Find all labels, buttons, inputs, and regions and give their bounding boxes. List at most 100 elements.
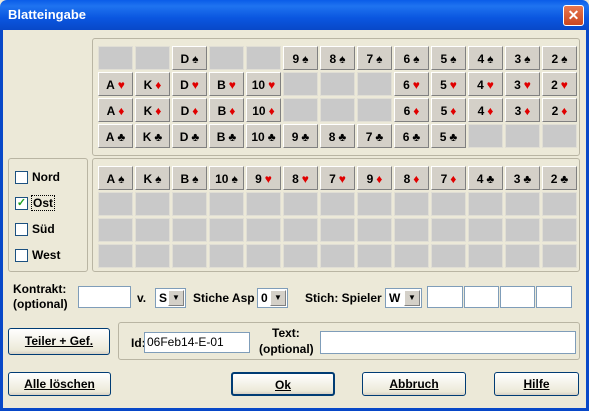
card-button[interactable]: 7 ♠ bbox=[357, 46, 392, 70]
card-rank: 9 bbox=[291, 130, 299, 144]
card-rank: 5 bbox=[440, 78, 447, 92]
empty-card-slot bbox=[468, 218, 503, 242]
card-button[interactable]: 10 ♠ bbox=[209, 166, 244, 190]
contract-player-select[interactable]: S ▼ bbox=[155, 288, 186, 308]
card-button[interactable]: B ♦ bbox=[209, 98, 244, 122]
trick-card-field-4[interactable] bbox=[536, 286, 572, 308]
card-button[interactable]: 5 ♣ bbox=[431, 124, 466, 148]
card-button[interactable]: 4 ♣ bbox=[468, 166, 503, 190]
cancel-button[interactable]: Abbruch bbox=[362, 372, 466, 396]
card-rank: 4 bbox=[477, 52, 485, 66]
suit-icon: ♠ bbox=[413, 52, 420, 66]
help-button[interactable]: Hilfe bbox=[494, 372, 579, 396]
card-button[interactable]: 4 ♥ bbox=[468, 72, 503, 96]
card-button[interactable]: 8 ♣ bbox=[320, 124, 355, 148]
clear-all-button[interactable]: Alle löschen bbox=[8, 372, 111, 396]
card-button[interactable]: B ♣ bbox=[209, 124, 244, 148]
card-button[interactable]: 4 ♠ bbox=[468, 46, 503, 70]
card-button[interactable]: K ♠ bbox=[135, 166, 170, 190]
empty-card-slot bbox=[468, 192, 503, 216]
card-button[interactable]: A ♦ bbox=[98, 98, 133, 122]
card-button[interactable]: K ♣ bbox=[135, 124, 170, 148]
chevron-down-icon[interactable]: ▼ bbox=[168, 290, 184, 306]
chevron-down-icon[interactable]: ▼ bbox=[404, 290, 420, 306]
text-input[interactable] bbox=[320, 331, 576, 354]
card-button[interactable]: 9 ♥ bbox=[246, 166, 281, 190]
card-button[interactable]: 2 ♥ bbox=[542, 72, 577, 96]
player-label[interactable]: Süd bbox=[32, 222, 55, 236]
card-button[interactable]: 6 ♦ bbox=[394, 98, 429, 122]
suit-icon: ♣ bbox=[523, 172, 532, 186]
suit-icon: ♦ bbox=[524, 104, 531, 118]
card-button[interactable]: 8 ♦ bbox=[394, 166, 429, 190]
close-icon[interactable]: ✕ bbox=[563, 5, 584, 26]
card-button[interactable]: 4 ♦ bbox=[468, 98, 503, 122]
card-button[interactable]: 9 ♠ bbox=[283, 46, 318, 70]
suit-icon: ♦ bbox=[450, 172, 457, 186]
player-checkbox[interactable] bbox=[15, 171, 28, 184]
player-label[interactable]: Nord bbox=[32, 170, 60, 184]
card-button[interactable]: 3 ♠ bbox=[505, 46, 540, 70]
player-checkbox[interactable]: ✓ bbox=[15, 197, 28, 210]
trick-card-field-2[interactable] bbox=[464, 286, 499, 308]
player-checkbox[interactable] bbox=[15, 223, 28, 236]
card-button[interactable]: B ♠ bbox=[172, 166, 207, 190]
player-label[interactable]: Ost bbox=[30, 195, 56, 211]
empty-card-slot bbox=[542, 124, 577, 148]
card-rank: 7 bbox=[440, 172, 448, 186]
card-button[interactable]: 3 ♥ bbox=[505, 72, 540, 96]
id-input[interactable]: 06Feb14-E-01 bbox=[144, 332, 250, 353]
card-button[interactable]: 6 ♠ bbox=[394, 46, 429, 70]
card-button[interactable]: A ♣ bbox=[98, 124, 133, 148]
card-button[interactable]: 8 ♠ bbox=[320, 46, 355, 70]
card-button[interactable]: 9 ♣ bbox=[283, 124, 318, 148]
stiche-select[interactable]: 0 ▼ bbox=[257, 288, 288, 308]
card-button[interactable]: D ♠ bbox=[172, 46, 207, 70]
card-button[interactable]: 7 ♦ bbox=[431, 166, 466, 190]
card-button[interactable]: D ♣ bbox=[172, 124, 207, 148]
trick-card-field-1[interactable] bbox=[427, 286, 463, 308]
empty-card-slot bbox=[320, 98, 355, 122]
card-button[interactable]: 3 ♦ bbox=[505, 98, 540, 122]
dealer-vulnerability-button[interactable]: Teiler + Gef. bbox=[8, 328, 110, 355]
card-rank: 2 bbox=[550, 172, 558, 186]
suit-icon: ♥ bbox=[228, 78, 236, 92]
card-button[interactable]: 10 ♥ bbox=[246, 72, 281, 96]
card-button[interactable]: A ♥ bbox=[98, 72, 133, 96]
card-button[interactable]: 2 ♠ bbox=[542, 46, 577, 70]
empty-card-slot bbox=[172, 244, 207, 268]
card-button[interactable]: 6 ♣ bbox=[394, 124, 429, 148]
card-button[interactable]: D ♦ bbox=[172, 98, 207, 122]
card-button[interactable]: 10 ♦ bbox=[246, 98, 281, 122]
suit-icon: ♥ bbox=[449, 78, 457, 92]
suit-icon: ♦ bbox=[192, 104, 199, 118]
card-button[interactable]: 6 ♥ bbox=[394, 72, 429, 96]
player-label[interactable]: West bbox=[32, 248, 60, 262]
card-button[interactable]: 7 ♣ bbox=[357, 124, 392, 148]
card-button[interactable]: B ♥ bbox=[209, 72, 244, 96]
contract-input[interactable] bbox=[78, 286, 131, 308]
card-button[interactable]: 5 ♥ bbox=[431, 72, 466, 96]
empty-card-slot bbox=[357, 218, 392, 242]
trick-card-field-3[interactable] bbox=[500, 286, 535, 308]
card-button[interactable]: 2 ♣ bbox=[542, 166, 577, 190]
card-button[interactable]: 8 ♥ bbox=[283, 166, 318, 190]
card-button[interactable]: 10 ♣ bbox=[246, 124, 281, 148]
card-button[interactable]: 9 ♦ bbox=[357, 166, 392, 190]
card-button[interactable]: 5 ♠ bbox=[431, 46, 466, 70]
stich-player-value: W bbox=[389, 291, 401, 305]
card-button[interactable]: K ♦ bbox=[135, 98, 170, 122]
card-button[interactable]: 5 ♦ bbox=[431, 98, 466, 122]
card-button[interactable]: 3 ♣ bbox=[505, 166, 540, 190]
empty-card-slot bbox=[468, 244, 503, 268]
card-button[interactable]: D ♥ bbox=[172, 72, 207, 96]
empty-card-slot bbox=[98, 46, 133, 70]
card-button[interactable]: A ♠ bbox=[98, 166, 133, 190]
chevron-down-icon[interactable]: ▼ bbox=[270, 290, 286, 306]
card-button[interactable]: 7 ♥ bbox=[320, 166, 355, 190]
ok-button[interactable]: Ok bbox=[231, 372, 335, 396]
card-button[interactable]: K ♦ bbox=[135, 72, 170, 96]
card-button[interactable]: 2 ♦ bbox=[542, 98, 577, 122]
stich-player-select[interactable]: W ▼ bbox=[385, 288, 422, 308]
player-checkbox[interactable] bbox=[15, 249, 28, 262]
